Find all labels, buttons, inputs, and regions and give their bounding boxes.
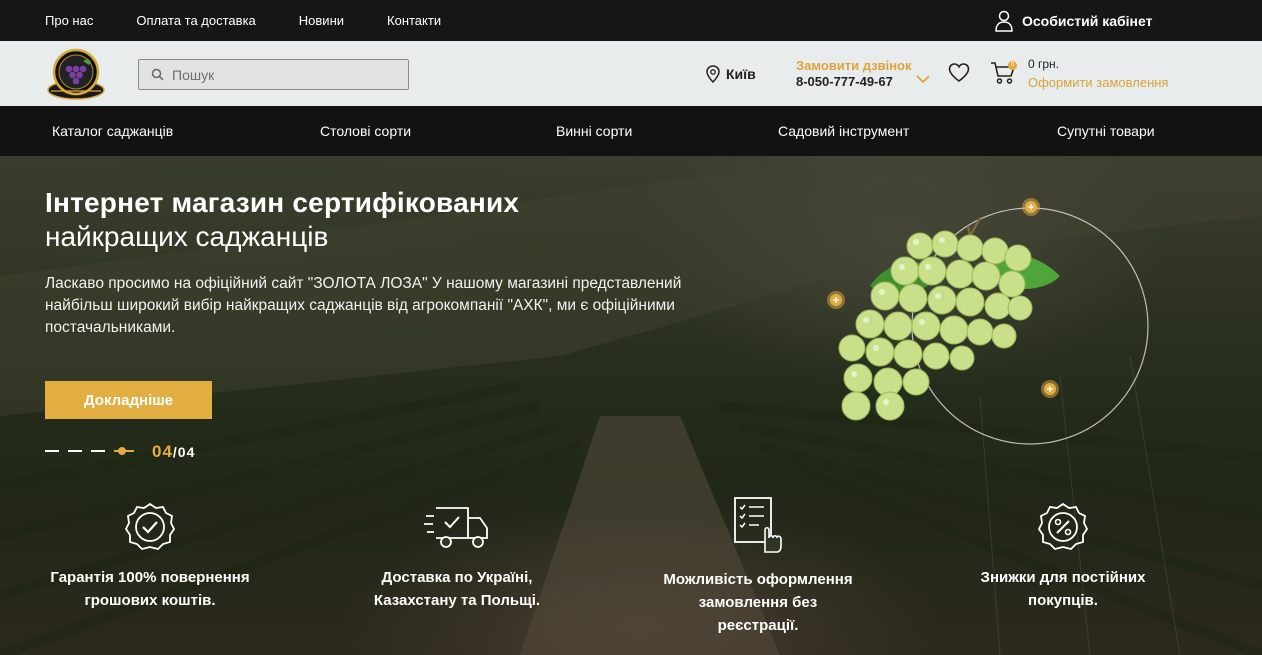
feature-line: Доставка по Україні,	[381, 569, 533, 586]
location-pin-icon	[706, 65, 720, 83]
callback-block[interactable]: Замовити дзвінок 8-050-777-49-67	[796, 58, 930, 89]
header: Київ Замовити дзвінок 8-050-777-49-67 0 …	[0, 41, 1262, 106]
search-icon	[151, 68, 164, 81]
top-link-contacts[interactable]: Контакти	[387, 13, 441, 28]
hero-description: Ласкаво просимо на офіційний сайт "ЗОЛОТ…	[45, 275, 682, 336]
hotspot-plus-icon[interactable]	[1022, 198, 1040, 216]
chevron-down-icon[interactable]	[916, 75, 930, 84]
top-link-payment-delivery[interactable]: Оплата та доставка	[136, 13, 255, 28]
hotspot-plus-icon[interactable]	[1041, 380, 1059, 398]
nav-garden-tools[interactable]: Садовий інструмент	[778, 123, 909, 139]
slide-dot-4-active[interactable]	[114, 447, 134, 455]
nav-catalog[interactable]: Каталог саджанців	[52, 123, 173, 139]
checklist-hand-icon	[734, 497, 782, 553]
slide-dot-1[interactable]	[45, 450, 59, 452]
feature-delivery: Доставка по Україні, Казахстану та Польщ…	[335, 502, 579, 612]
feature-line: Можливість оформлення	[663, 571, 853, 588]
feature-no-registration: Можливість оформлення замовлення без реє…	[636, 496, 880, 637]
account-label: Особистий кабінет	[1022, 12, 1153, 29]
search-box[interactable]	[138, 59, 409, 90]
nav-table-varieties[interactable]: Столові сорти	[320, 123, 411, 139]
hero-title: Інтернет магазин сертифікованих	[45, 187, 520, 218]
cart-count-badge: 0	[1008, 61, 1017, 70]
account-link[interactable]: Особистий кабінет	[994, 0, 1152, 41]
hero-subtitle: найкращих саджанців	[45, 221, 329, 252]
delivery-truck-icon	[424, 507, 488, 548]
phone-number[interactable]: 8-050-777-49-67	[796, 74, 912, 89]
wishlist-heart-icon[interactable]	[948, 63, 970, 83]
main-nav: Каталог саджанців Столові сорти Винні со…	[0, 106, 1262, 156]
feature-line: Казахстану та Польщі.	[373, 592, 541, 609]
nav-wine-varieties[interactable]: Винні сорти	[556, 123, 632, 139]
hero-slider: Інтернет магазин сертифікованих найкращи…	[0, 156, 1262, 655]
grapes-image	[827, 198, 1149, 445]
callback-label[interactable]: Замовити дзвінок	[796, 58, 912, 73]
logo[interactable]	[45, 47, 107, 101]
hotspot-plus-icon[interactable]	[827, 291, 845, 309]
feature-line: грошових коштів.	[84, 592, 216, 609]
slide-counter: 04/04	[152, 442, 195, 462]
slider-dots	[45, 447, 134, 455]
city-label: Київ	[726, 66, 756, 82]
feature-line: Гарантія 100% повернення	[50, 569, 250, 586]
user-icon	[995, 10, 1013, 32]
slide-current: 04	[152, 442, 173, 461]
top-link-about[interactable]: Про нас	[45, 13, 93, 28]
search-input[interactable]	[172, 66, 392, 83]
cart-sum: 0 грн.	[1028, 57, 1060, 71]
feature-line: покупців.	[1028, 592, 1098, 609]
top-bar: Про нас Оплата та доставка Новини Контак…	[0, 0, 1262, 41]
checkout-link[interactable]: Оформити замовлення	[1028, 75, 1168, 90]
more-button[interactable]: Докладніше	[45, 381, 212, 419]
top-nav: Про нас Оплата та доставка Новини Контак…	[45, 0, 484, 41]
discount-badge-icon	[1038, 502, 1088, 550]
feature-line: Знижки для постійних	[980, 569, 1146, 586]
cart-info: 0 грн. Оформити замовлення	[1028, 57, 1168, 90]
slide-total: /04	[172, 444, 196, 460]
top-link-news[interactable]: Новини	[299, 13, 344, 28]
city-selector[interactable]: Київ	[706, 65, 756, 83]
guarantee-check-icon	[125, 502, 175, 550]
slide-dot-2[interactable]	[68, 450, 82, 452]
slide-dot-3[interactable]	[91, 450, 105, 452]
nav-related-goods[interactable]: Супутні товари	[1057, 123, 1155, 139]
feature-guarantee: Гарантія 100% повернення грошових коштів…	[28, 502, 272, 612]
feature-line: замовлення без	[698, 594, 818, 611]
feature-discounts: Знижки для постійних покупців.	[941, 502, 1185, 612]
feature-line: реєстрації.	[717, 617, 799, 634]
